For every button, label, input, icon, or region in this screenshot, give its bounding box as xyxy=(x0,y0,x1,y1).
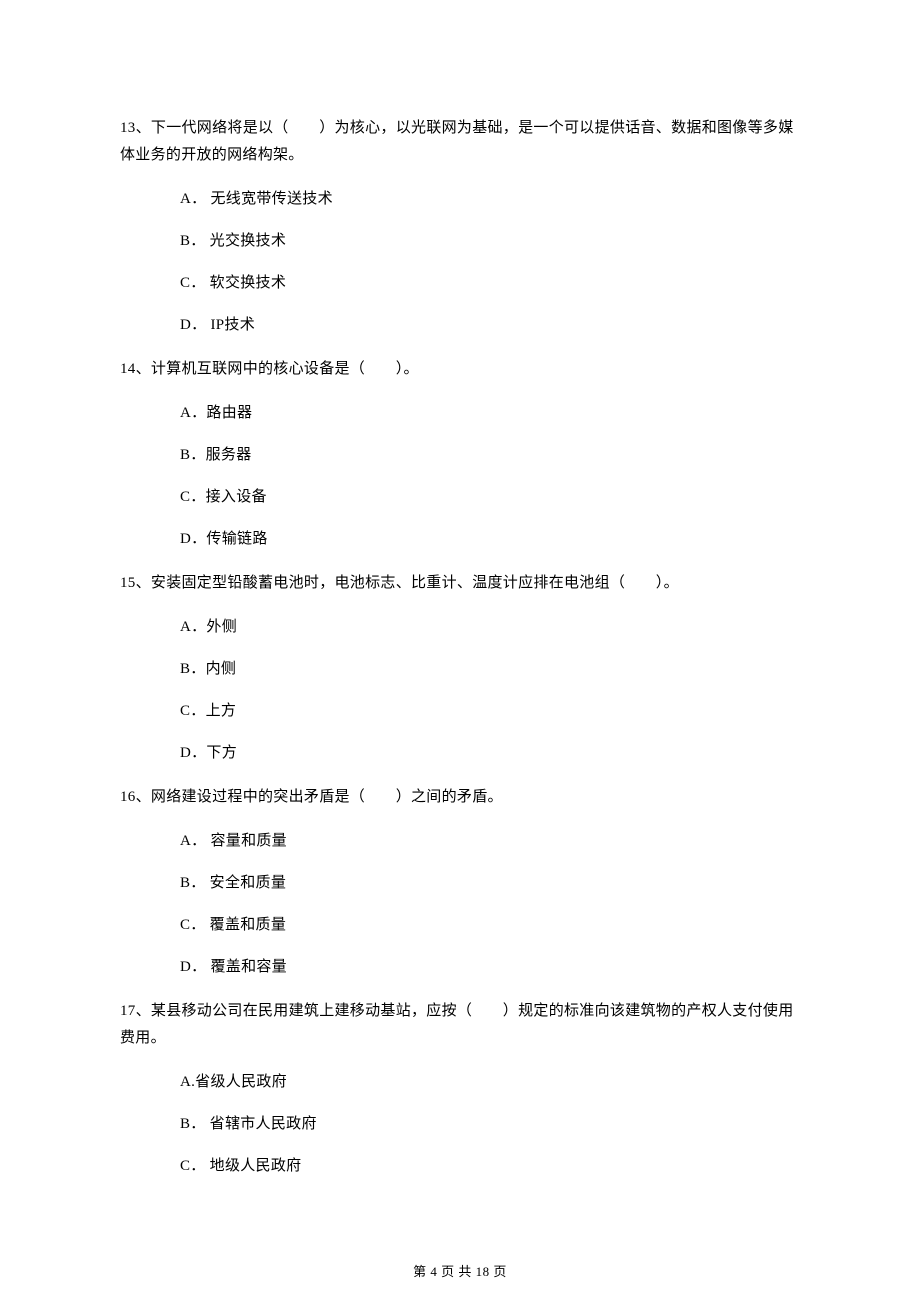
option-d: D．下方 xyxy=(180,742,800,764)
options-group: A． 容量和质量 B． 安全和质量 C． 覆盖和质量 D． 覆盖和容量 xyxy=(120,830,800,978)
option-a: A．外侧 xyxy=(180,616,800,638)
option-c: C． 覆盖和质量 xyxy=(180,914,800,936)
option-c: C． 地级人民政府 xyxy=(180,1155,800,1177)
option-b: B． 省辖市人民政府 xyxy=(180,1113,800,1135)
page-footer: 第 4 页 共 18 页 xyxy=(0,1261,920,1280)
options-group: A.省级人民政府 B． 省辖市人民政府 C． 地级人民政府 xyxy=(120,1071,800,1177)
page-content: 13、下一代网络将是以（ ）为核心，以光联网为基础，是一个可以提供话音、数据和图… xyxy=(0,0,920,1177)
option-b: B． 安全和质量 xyxy=(180,872,800,894)
question-text: 13、下一代网络将是以（ ）为核心，以光联网为基础，是一个可以提供话音、数据和图… xyxy=(120,115,800,169)
option-d: D．传输链路 xyxy=(180,528,800,550)
question-text: 14、计算机互联网中的核心设备是（ ）。 xyxy=(120,356,800,383)
option-d: D． IP技术 xyxy=(180,314,800,336)
question-text: 17、某县移动公司在民用建筑上建移动基站，应按（ ）规定的标准向该建筑物的产权人… xyxy=(120,998,800,1052)
options-group: A．外侧 B．内侧 C．上方 D．下方 xyxy=(120,616,800,764)
option-d: D． 覆盖和容量 xyxy=(180,956,800,978)
question-14: 14、计算机互联网中的核心设备是（ ）。 A．路由器 B．服务器 C．接入设备 … xyxy=(120,356,800,550)
option-c: C． 软交换技术 xyxy=(180,272,800,294)
option-a: A． 无线宽带传送技术 xyxy=(180,188,800,210)
option-a: A.省级人民政府 xyxy=(180,1071,800,1093)
question-13: 13、下一代网络将是以（ ）为核心，以光联网为基础，是一个可以提供话音、数据和图… xyxy=(120,115,800,336)
question-15: 15、安装固定型铅酸蓄电池时，电池标志、比重计、温度计应排在电池组（ ）。 A．… xyxy=(120,570,800,764)
option-b: B．服务器 xyxy=(180,444,800,466)
option-c: C．接入设备 xyxy=(180,486,800,508)
question-text: 16、网络建设过程中的突出矛盾是（ ）之间的矛盾。 xyxy=(120,784,800,811)
question-text: 15、安装固定型铅酸蓄电池时，电池标志、比重计、温度计应排在电池组（ ）。 xyxy=(120,570,800,597)
question-16: 16、网络建设过程中的突出矛盾是（ ）之间的矛盾。 A． 容量和质量 B． 安全… xyxy=(120,784,800,978)
question-17: 17、某县移动公司在民用建筑上建移动基站，应按（ ）规定的标准向该建筑物的产权人… xyxy=(120,998,800,1177)
options-group: A．路由器 B．服务器 C．接入设备 D．传输链路 xyxy=(120,402,800,550)
option-b: B． 光交换技术 xyxy=(180,230,800,252)
option-a: A． 容量和质量 xyxy=(180,830,800,852)
option-a: A．路由器 xyxy=(180,402,800,424)
options-group: A． 无线宽带传送技术 B． 光交换技术 C． 软交换技术 D． IP技术 xyxy=(120,188,800,336)
option-c: C．上方 xyxy=(180,700,800,722)
option-b: B．内侧 xyxy=(180,658,800,680)
